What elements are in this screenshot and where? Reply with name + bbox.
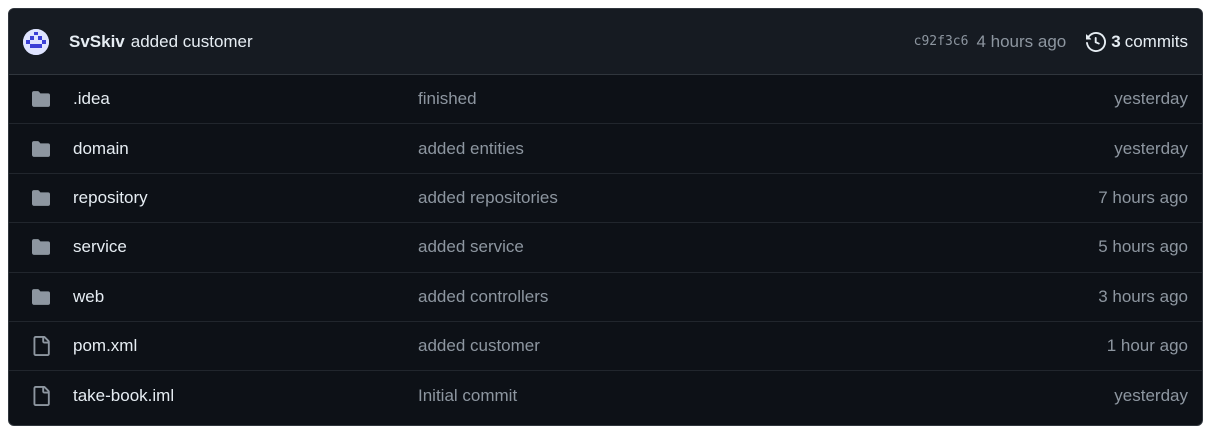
commit-count-label: commits (1124, 31, 1188, 51)
file-commit-age: 3 hours ago (1098, 286, 1188, 306)
file-name[interactable]: .idea (73, 89, 418, 109)
folder-icon-wrap (31, 237, 51, 257)
file-row[interactable]: .idea finished yesterday (9, 75, 1202, 125)
file-icon-wrap (31, 336, 51, 357)
file-commit-message[interactable]: added entities (418, 139, 1114, 159)
folder-icon-wrap (31, 188, 51, 208)
file-commit-message[interactable]: finished (418, 89, 1114, 109)
file-row[interactable]: take-book.iml Initial commit yesterday (9, 371, 1202, 420)
author-avatar[interactable] (23, 28, 49, 55)
file-commit-message[interactable]: added repositories (418, 188, 1098, 208)
commit-author[interactable]: SvSkiv (69, 32, 125, 52)
file-icon-wrap (31, 386, 51, 407)
folder-icon (32, 288, 50, 305)
file-icon (33, 386, 50, 407)
file-name[interactable]: service (73, 237, 418, 257)
file-name[interactable]: pom.xml (73, 336, 418, 356)
history-icon (1086, 31, 1107, 52)
commit-time: 4 hours ago (976, 31, 1067, 51)
commit-sha[interactable]: c92f3c6 (914, 34, 969, 49)
file-row[interactable]: repository added repositories 7 hours ago (9, 174, 1202, 224)
file-commit-age: yesterday (1114, 89, 1188, 109)
file-commit-message[interactable]: added service (418, 237, 1098, 257)
file-commit-message[interactable]: added customer (418, 336, 1107, 356)
file-name[interactable]: domain (73, 139, 418, 159)
latest-commit-bar: SvSkiv added customer c92f3c6 4 hours ag… (9, 9, 1202, 75)
file-name[interactable]: web (73, 287, 418, 307)
file-commit-age: yesterday (1114, 386, 1188, 406)
file-row[interactable]: service added service 5 hours ago (9, 223, 1202, 273)
file-browser: SvSkiv added customer c92f3c6 4 hours ag… (8, 8, 1203, 426)
folder-icon (32, 140, 50, 157)
file-commit-message[interactable]: added controllers (418, 287, 1098, 307)
folder-icon (32, 91, 50, 108)
file-name[interactable]: take-book.iml (73, 386, 418, 406)
file-commit-message[interactable]: Initial commit (418, 386, 1114, 406)
file-row[interactable]: web added controllers 3 hours ago (9, 273, 1202, 322)
folder-icon (32, 190, 50, 206)
folder-icon-wrap (31, 89, 51, 109)
identicon-icon (23, 28, 49, 55)
file-commit-age: 7 hours ago (1098, 187, 1188, 207)
commit-message[interactable]: added customer (131, 32, 253, 52)
file-row[interactable]: domain added entities yesterday (9, 124, 1202, 174)
file-list: .idea finished yesterday domain added entiti… (9, 75, 1202, 421)
file-commit-age: 5 hours ago (1098, 237, 1188, 257)
folder-icon (32, 239, 50, 256)
file-name[interactable]: repository (73, 188, 418, 208)
file-row[interactable]: pom.xml added customer 1 hour ago (9, 322, 1202, 372)
commit-count: 3 (1111, 31, 1121, 51)
commits-link[interactable]: 3 commits (1086, 32, 1188, 52)
file-icon (33, 336, 50, 357)
folder-icon-wrap (31, 287, 51, 307)
file-commit-age: yesterday (1114, 138, 1188, 158)
folder-icon-wrap (31, 139, 51, 159)
file-commit-age: 1 hour ago (1106, 336, 1188, 356)
